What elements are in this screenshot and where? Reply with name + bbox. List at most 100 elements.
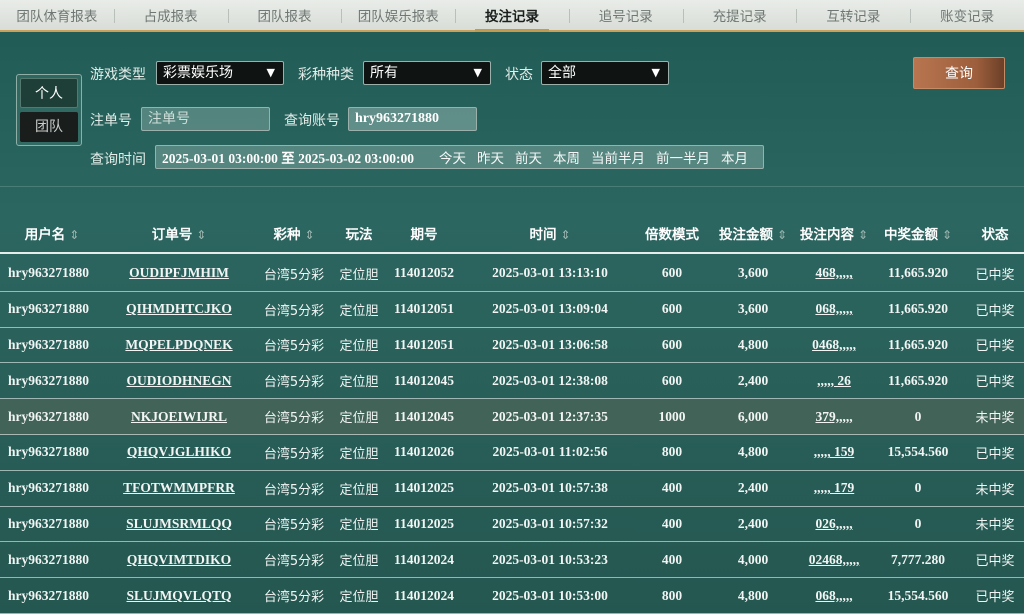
cell-multiple: 600 <box>661 372 683 388</box>
cell-play: 定位胆 <box>339 482 379 498</box>
cell-order-link[interactable]: OUDIPFJMHIM <box>104 265 254 281</box>
cell-bet-amount: 2,400 <box>737 480 769 496</box>
quick-day-before[interactable]: 前天 <box>515 147 542 167</box>
col-lottery: 彩种 ⇕ <box>273 227 315 243</box>
tab-transfer-records[interactable]: 互转记录 <box>796 0 910 30</box>
status-select[interactable]: 全部 ▼ <box>541 61 669 85</box>
tab-account-change-records[interactable]: 账变记录 <box>910 0 1024 30</box>
cell-issue: 114012051 <box>393 336 454 352</box>
order-no-input[interactable]: 注单号 <box>141 107 270 131</box>
cell-time: 2025-03-01 10:57:38 <box>492 480 608 496</box>
account-input[interactable]: hry963271880 <box>348 107 477 131</box>
cell-order-link[interactable]: OUDIODHNEGN <box>104 373 254 389</box>
cell-status: 未中奖 <box>975 482 1015 498</box>
query-button[interactable]: 查询 <box>913 57 1005 89</box>
col-bet-content[interactable]: 投注内容 ⇕ <box>798 223 870 243</box>
table-row: hry963271880 QIHMDHTCJKO 台湾5分彩 定位胆 11401… <box>0 292 1024 328</box>
table-row: hry963271880 QHQVIMTDIKO 台湾5分彩 定位胆 11401… <box>0 542 1024 579</box>
cell-issue: 114012025 <box>393 480 454 496</box>
cell-win-amount: 11,665.920 <box>887 301 948 317</box>
table-row: hry963271880 NKJOEIWIJRL 台湾5分彩 定位胆 11401… <box>0 399 1024 435</box>
cell-bet-content-link[interactable]: 379,,,,, <box>798 409 870 425</box>
game-type-select[interactable]: 彩票娱乐场 ▼ <box>156 61 284 85</box>
cell-bet-content-link[interactable]: ,,,,, 26 <box>798 373 870 389</box>
cell-lottery: 台湾5分彩 <box>263 303 325 319</box>
cell-bet-content-link[interactable]: ,,,,, 179 <box>798 480 870 496</box>
col-bet-amount[interactable]: 投注金额 ⇕ <box>708 223 798 243</box>
cell-order-link[interactable]: QHQVIMTDIKO <box>104 552 254 568</box>
table-row: hry963271880 SLUJMSRMLQQ 台湾5分彩 定位胆 11401… <box>0 507 1024 543</box>
tab-team-entertainment-report[interactable]: 团队娱乐报表 <box>341 0 455 30</box>
col-order-no[interactable]: 订单号 ⇕ <box>104 223 254 243</box>
col-time[interactable]: 时间 ⇕ <box>464 223 636 243</box>
scope-toggle: 个人 团队 <box>16 74 82 146</box>
cell-lottery: 台湾5分彩 <box>263 446 325 462</box>
scope-team-button[interactable]: 团队 <box>20 112 78 142</box>
quick-today[interactable]: 今天 <box>439 147 466 167</box>
cell-status: 已中奖 <box>975 554 1015 570</box>
cell-status: 已中奖 <box>975 303 1015 319</box>
cell-time: 2025-03-01 10:53:00 <box>492 587 608 603</box>
cell-multiple: 600 <box>661 301 683 317</box>
cell-username: hry963271880 <box>8 515 89 531</box>
cell-bet-amount: 4,800 <box>737 587 769 603</box>
col-win-amount[interactable]: 中奖金额 ⇕ <box>870 223 966 243</box>
cell-multiple: 800 <box>661 587 683 603</box>
tab-chase-records[interactable]: 追号记录 <box>568 0 683 30</box>
cell-bet-content-link[interactable]: 068,,,,, <box>798 588 870 604</box>
scope-personal-button[interactable]: 个人 <box>20 78 78 108</box>
sort-icon: ⇕ <box>941 228 953 242</box>
tab-team-report[interactable]: 团队报表 <box>227 0 342 30</box>
cell-order-link[interactable]: NKJOEIWIJRL <box>104 409 254 425</box>
cell-bet-content-link[interactable]: 026,,,,, <box>798 516 870 532</box>
quick-this-week[interactable]: 本周 <box>553 147 580 167</box>
cell-status: 已中奖 <box>975 446 1015 462</box>
query-time-label: 查询时间 <box>90 152 146 168</box>
tab-team-sports-report[interactable]: 团队体育报表 <box>0 0 114 30</box>
cell-win-amount: 0 <box>914 408 922 424</box>
cell-win-amount: 11,665.920 <box>887 372 948 388</box>
quick-this-month[interactable]: 本月 <box>721 147 748 167</box>
quick-previous-half-month[interactable]: 前一半月 <box>656 147 710 167</box>
cell-order-link[interactable]: SLUJMQVLQTQ <box>104 588 254 604</box>
cell-lottery: 台湾5分彩 <box>263 339 325 355</box>
cell-username: hry963271880 <box>8 551 89 567</box>
sort-icon: ⇕ <box>304 228 315 242</box>
cell-issue: 114012024 <box>393 551 454 567</box>
quick-current-half-month[interactable]: 当前半月 <box>591 147 645 167</box>
cell-lottery: 台湾5分彩 <box>263 375 325 391</box>
cell-multiple: 400 <box>661 480 683 496</box>
time-range-input[interactable]: 2025-03-01 03:00:00 至 2025-03-02 03:00:0… <box>156 147 428 167</box>
cell-bet-amount: 4,800 <box>737 336 769 352</box>
cell-bet-content-link[interactable]: 468,,,,, <box>798 265 870 281</box>
col-username[interactable]: 用户名 ⇕ <box>0 223 104 243</box>
cell-win-amount: 0 <box>914 480 922 496</box>
cell-username: hry963271880 <box>8 301 89 317</box>
table-row: hry963271880 TFOTWMMPFRR 台湾5分彩 定位胆 11401… <box>0 471 1024 507</box>
cell-order-link[interactable]: SLUJMSRMLQQ <box>104 516 254 532</box>
cell-status: 未中奖 <box>975 518 1015 534</box>
cell-username: hry963271880 <box>8 587 89 603</box>
quick-yesterday[interactable]: 昨天 <box>477 147 504 167</box>
cell-multiple: 600 <box>661 336 683 352</box>
cell-bet-amount: 4,000 <box>737 551 769 567</box>
lottery-type-select[interactable]: 所有 ▼ <box>363 61 491 85</box>
cell-issue: 114012025 <box>393 515 454 531</box>
cell-bet-content-link[interactable]: ,,,,, 159 <box>798 444 870 460</box>
cell-bet-content-link[interactable]: 02468,,,,, <box>798 552 870 568</box>
cell-play: 定位胆 <box>339 375 379 391</box>
cell-order-link[interactable]: TFOTWMMPFRR <box>104 480 254 496</box>
chevron-down-icon: ▼ <box>473 66 482 79</box>
col-play: 玩法 <box>345 227 373 243</box>
cell-status: 未中奖 <box>975 411 1015 427</box>
cell-order-link[interactable]: MQPELPDQNEK <box>104 337 254 353</box>
tab-deposit-withdraw-records[interactable]: 充提记录 <box>682 0 797 30</box>
cell-issue: 114012052 <box>393 265 454 281</box>
tab-bet-records[interactable]: 投注记录 <box>455 0 569 32</box>
cell-bet-content-link[interactable]: 0468,,,,, <box>798 337 870 353</box>
cell-order-link[interactable]: QHQVJGLHIKO <box>104 444 254 460</box>
sort-icon: ⇕ <box>560 228 571 242</box>
tab-share-report[interactable]: 占成报表 <box>113 0 228 30</box>
cell-order-link[interactable]: QIHMDHTCJKO <box>104 301 254 317</box>
cell-bet-content-link[interactable]: 068,,,,, <box>798 301 870 317</box>
